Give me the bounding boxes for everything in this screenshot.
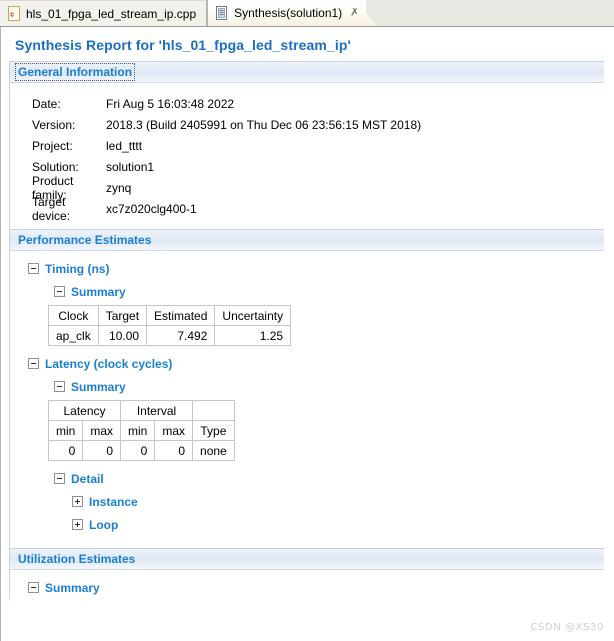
tree-node-timing[interactable]: Timing (ns) xyxy=(10,257,604,280)
section-header[interactable]: General Information xyxy=(10,61,604,83)
column-header-uncertainty: Uncertainty xyxy=(214,305,292,326)
tree-node-label: Timing (ns) xyxy=(45,261,110,276)
tree-node-label: Summary xyxy=(71,379,126,394)
tab-label: hls_01_fpga_led_stream_ip.cpp xyxy=(26,6,197,21)
section-performance-estimates: Performance Estimates Timing (ns) Summar… xyxy=(9,229,604,548)
close-icon[interactable]: ✗ xyxy=(349,7,360,19)
cell-estimated: 7.492 xyxy=(146,325,216,346)
tree-node-detail[interactable]: Detail xyxy=(10,467,604,490)
collapse-minus-icon[interactable] xyxy=(54,286,65,297)
column-header-latency-max: max xyxy=(82,420,122,441)
column-header-interval-min: min xyxy=(120,420,156,441)
synthesis-report-view: Synthesis Report for 'hls_01_fpga_led_st… xyxy=(0,27,614,641)
cell-target: 10.00 xyxy=(97,325,148,346)
report-document-icon xyxy=(216,5,228,20)
tree-node-latency[interactable]: Latency (clock cycles) xyxy=(10,352,604,375)
info-row-version: Version: 2018.3 (Build 2405991 on Thu De… xyxy=(10,114,604,135)
latency-summary-table: Latency Interval min max min max Type 0 xyxy=(47,400,235,461)
tree-node-label: Summary xyxy=(45,580,100,595)
table-group-header-row: Latency Interval xyxy=(47,400,235,421)
expand-plus-icon[interactable] xyxy=(72,496,83,507)
tab-hls-cpp-file[interactable]: c hls_01_fpga_led_stream_ip.cpp xyxy=(0,0,208,26)
column-group-header-blank xyxy=(192,400,235,421)
watermark: CSDN @XS30 xyxy=(530,622,604,633)
collapse-minus-icon[interactable] xyxy=(28,582,39,593)
info-label: Target device: xyxy=(32,194,71,223)
collapse-minus-icon[interactable] xyxy=(54,473,65,484)
table-header-row: min max min max Type xyxy=(47,420,235,441)
info-row-target-device: Target device: xc7z020clg400-1 xyxy=(10,195,604,223)
general-information-list: Date: Fri Aug 5 16:03:48 2022 Version: 2… xyxy=(10,83,604,229)
tab-label: Synthesis(solution1) xyxy=(234,6,343,20)
table-row: 0 0 0 0 none xyxy=(47,440,235,461)
section-header[interactable]: Performance Estimates xyxy=(10,229,604,251)
info-value: solution1 xyxy=(106,159,155,174)
info-label: Version: xyxy=(32,117,76,132)
section-title-general-information: General Information xyxy=(14,63,136,81)
column-header-estimated: Estimated xyxy=(146,305,216,326)
section-utilization-estimates: Utilization Estimates Summary xyxy=(9,548,604,599)
cpp-file-icon: c xyxy=(8,6,20,21)
tree-node-utilization-summary[interactable]: Summary xyxy=(10,576,604,599)
table-row: ap_clk 10.00 7.492 1.25 xyxy=(48,325,292,346)
cell-type: none xyxy=(192,440,235,461)
tree-node-label: Detail xyxy=(71,471,104,486)
tab-bar-empty-space xyxy=(366,0,614,26)
section-general-information: General Information Date: Fri Aug 5 16:0… xyxy=(9,61,604,229)
column-header-type: Type xyxy=(192,420,235,441)
section-body-utilization-estimates: Summary xyxy=(10,570,604,599)
svg-text:c: c xyxy=(10,12,14,19)
tree-node-loop[interactable]: Loop xyxy=(10,513,604,536)
section-body-performance-estimates: Timing (ns) Summary Clock Target Estimat… xyxy=(10,251,604,548)
info-value: xc7z020clg400-1 xyxy=(106,201,197,216)
column-header-latency-min: min xyxy=(47,420,84,441)
tree-node-instance[interactable]: Instance xyxy=(10,490,604,513)
table-header-row: Clock Target Estimated Uncertainty xyxy=(48,305,292,326)
tree-node-label: Loop xyxy=(89,517,119,532)
info-row-date: Date: Fri Aug 5 16:03:48 2022 xyxy=(10,93,604,114)
column-group-header-latency: Latency xyxy=(47,400,122,421)
tree-node-label: Latency (clock cycles) xyxy=(45,356,173,371)
info-row-project: Project: led_tttt xyxy=(10,135,604,156)
column-header-interval-max: max xyxy=(154,420,194,441)
cell-interval-min: 0 xyxy=(120,440,156,461)
section-body-general-information: Date: Fri Aug 5 16:03:48 2022 Version: 2… xyxy=(10,83,604,229)
column-header-target: Target xyxy=(97,305,148,326)
info-label: Date: xyxy=(32,96,61,111)
section-title-utilization-estimates: Utilization Estimates xyxy=(18,552,136,566)
cell-latency-max: 0 xyxy=(82,440,122,461)
info-label: Solution: xyxy=(32,159,79,174)
tree-node-label: Summary xyxy=(71,284,126,299)
info-value: led_tttt xyxy=(106,138,143,153)
timing-summary-table: Clock Target Estimated Uncertainty ap_cl… xyxy=(48,305,292,346)
tab-synthesis-report[interactable]: Synthesis(solution1) ✗ xyxy=(207,0,367,26)
section-title-performance-estimates: Performance Estimates xyxy=(18,233,152,247)
cell-latency-min: 0 xyxy=(47,440,84,461)
info-value: 2018.3 (Build 2405991 on Thu Dec 06 23:5… xyxy=(106,117,422,132)
info-value: Fri Aug 5 16:03:48 2022 xyxy=(106,96,235,111)
column-header-clock: Clock xyxy=(48,305,99,326)
collapse-minus-icon[interactable] xyxy=(54,381,65,392)
info-label: Project: xyxy=(32,138,73,153)
expand-plus-icon[interactable] xyxy=(72,519,83,530)
cell-clock: ap_clk xyxy=(48,325,99,346)
tree-node-timing-summary[interactable]: Summary xyxy=(10,280,604,303)
collapse-minus-icon[interactable] xyxy=(28,263,39,274)
cell-uncertainty: 1.25 xyxy=(214,325,292,346)
editor-tab-bar: c hls_01_fpga_led_stream_ip.cpp Synthesi… xyxy=(0,0,614,27)
section-header[interactable]: Utilization Estimates xyxy=(10,548,604,570)
page-title: Synthesis Report for 'hls_01_fpga_led_st… xyxy=(15,37,351,53)
info-value: zynq xyxy=(106,180,132,195)
collapse-minus-icon[interactable] xyxy=(28,358,39,369)
tree-node-label: Instance xyxy=(89,494,138,509)
cell-interval-max: 0 xyxy=(154,440,194,461)
column-group-header-interval: Interval xyxy=(120,400,194,421)
tree-node-latency-summary[interactable]: Summary xyxy=(10,375,604,398)
